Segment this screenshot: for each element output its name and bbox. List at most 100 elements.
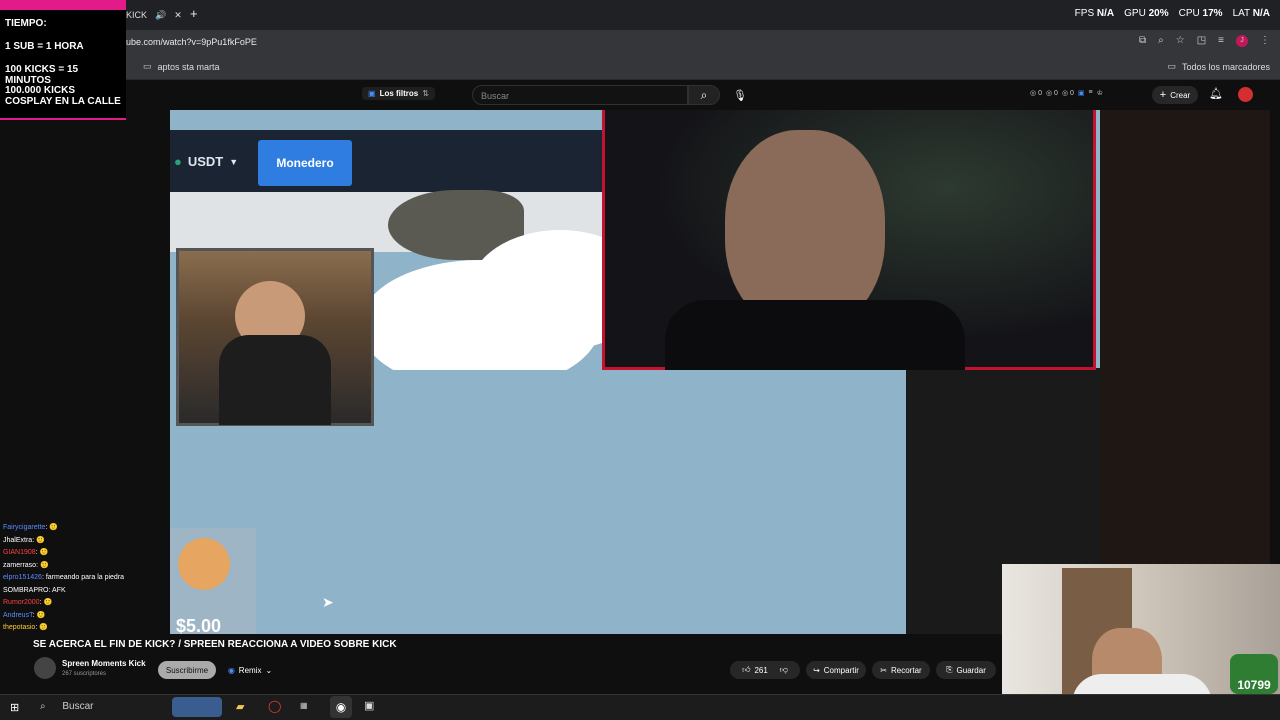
chat-username: JhalExtra	[3, 536, 33, 544]
subscriber-count: 267 suscriptores	[62, 671, 107, 677]
speaker-icon[interactable]: 🔊	[155, 10, 166, 21]
chat-text: : 🙂	[39, 599, 53, 606]
overlay-line: 1 SUB = 1 HORA	[5, 41, 84, 52]
kick-counter: 10799	[1230, 654, 1278, 694]
gpu-value: 20	[1148, 8, 1160, 19]
bell-icon[interactable]: 🔔︎	[1209, 87, 1223, 100]
video-title: SE ACERCA EL FIN DE KICK? / SPREEN REACC…	[33, 639, 397, 650]
coin-icon: ●	[174, 154, 182, 169]
like-count: 261	[754, 665, 768, 675]
chat-message: Fairycigarette: 🙂	[3, 522, 170, 535]
dislike-icon[interactable]: 👎︎	[780, 665, 788, 675]
chat-username: GIAN1908	[3, 549, 36, 556]
subscribe-button[interactable]: Suscribirme	[158, 661, 216, 679]
chat-username: thepotasio	[3, 624, 36, 631]
profile-icon[interactable]: J	[1236, 35, 1248, 47]
clip-button[interactable]: ✂ Recortar	[872, 661, 930, 679]
chrome-icon[interactable]: ◉	[330, 696, 352, 718]
bookmark-folder[interactable]: ▭ aptos sta marta	[143, 61, 220, 72]
overlay-line: 100.000 KICKS COSPLAY EN LA CALLE	[5, 85, 121, 107]
side-background	[1100, 110, 1270, 564]
zoom-icon[interactable]: ⌕	[1158, 35, 1164, 47]
price-label: $5.00	[176, 616, 222, 634]
file-explorer-icon[interactable]: ▰	[236, 700, 244, 713]
remix-icon: ◉	[227, 665, 235, 675]
chat-text: : farmeando para la piedra	[41, 574, 125, 581]
url-text[interactable]: ube.com/watch?v=9pPu1fkFoPE	[126, 37, 257, 47]
app-icon[interactable]: ▦	[300, 701, 308, 710]
search-input[interactable]: Buscar	[472, 85, 688, 105]
save-button[interactable]: ⎘ Guardar	[936, 661, 996, 679]
scissors-icon: ✂	[880, 665, 887, 675]
bookmark-icon: ⎘	[946, 665, 953, 674]
chat-message: thepotasio: 🙂	[3, 622, 170, 635]
media-icon[interactable]: ≡	[1218, 35, 1224, 47]
extension-counters: ◎ 0 ◎ 0 ◎ 0 ▣ ≡ ♔	[1030, 89, 1103, 97]
opera-icon[interactable]: ◯	[268, 699, 281, 713]
chat-text: : 🙂	[35, 624, 48, 631]
filter-logo-icon: ▣	[368, 89, 376, 98]
taskbar: ⊞ ⌕ Buscar ▰ ◯ ▦ ◉ ▣	[0, 694, 1280, 720]
chat-message: AndreusT: 🙂	[3, 610, 170, 623]
currency-select: ● USDT ▼	[174, 154, 239, 169]
folder-icon: ▭	[143, 61, 152, 71]
search-icon[interactable]: ⌕	[688, 85, 720, 105]
address-bar: ube.com/watch?v=9pPu1fkFoPE ⧉ ⌕ ☆ ◳ ≡ J …	[0, 30, 1280, 54]
folder-icon: ▭	[1167, 61, 1176, 71]
like-dislike-group: 👍︎ 261 👎︎	[730, 661, 800, 679]
chevron-down-icon: ⌄	[265, 665, 273, 675]
tab-title: KICK	[126, 10, 148, 20]
share-button[interactable]: ↪ Compartir	[806, 661, 866, 679]
cpu-value: 17	[1202, 8, 1214, 19]
remix-button[interactable]: ◉ Remix ⌄	[222, 661, 278, 679]
chat-text: : 🙂	[32, 611, 46, 619]
mouse-cursor-icon: ➤	[322, 594, 334, 610]
menu-icon[interactable]: ⋮	[1260, 35, 1270, 47]
channel-name[interactable]: Spreen Moments Kick	[62, 659, 146, 668]
browser-tab[interactable]: KICK 🔊 ✕	[126, 6, 182, 24]
chat-username: zamerraso	[3, 561, 37, 569]
video-ui-panel: ● USDT ▼ Monedero	[170, 130, 610, 192]
price-card: $5.00	[170, 528, 256, 634]
star-icon[interactable]: ☆	[1176, 35, 1185, 47]
filters-button[interactable]: ▣ Los filtros ⇅	[362, 87, 435, 100]
chat-username: SOMBRAPRO	[3, 586, 49, 594]
all-bookmarks[interactable]: ▭ Todos los marcadores	[1167, 61, 1270, 72]
chat-username: AndreusT	[3, 611, 33, 619]
stream-overlay: TIEMPO: 1 SUB = 1 HORA 100 KICKS = 15 MI…	[0, 0, 126, 120]
weather-widget[interactable]	[172, 697, 222, 717]
overlay-line: 100 KICKS = 15 MINUTOS	[5, 64, 79, 86]
chat-message: zamerraso: 🙂	[3, 560, 170, 573]
close-tab-icon[interactable]: ✕	[174, 10, 182, 21]
share-icon: ↪	[813, 665, 820, 675]
avatar[interactable]	[1238, 87, 1253, 102]
chat-username: elpro151426	[3, 574, 42, 581]
wallet-button: Monedero	[258, 140, 352, 186]
create-button[interactable]: + Crear	[1152, 86, 1198, 104]
lat-value: N/A	[1252, 8, 1270, 19]
bookmarks-bar: ▭ aptos sta marta ▭ Todos los marcadores	[0, 54, 1280, 80]
chat-text: : 🙂	[45, 524, 59, 531]
streamer-webcam-small	[176, 248, 374, 426]
chat-text: : AFK	[48, 586, 66, 594]
sliders-icon: ⇅	[422, 89, 429, 98]
browser-tab-bar: KICK 🔊 ✕ + FPS N/A GPU 20% CPU 17% LAT N…	[0, 0, 1280, 30]
install-icon[interactable]: ⧉	[1139, 35, 1146, 47]
obs-icon[interactable]: ▣	[364, 699, 374, 712]
chat-message: Rumor2000: 🙂	[3, 597, 170, 610]
fps-value: N/A	[1096, 8, 1115, 19]
video-info-bar: SE ACERCA EL FIN DE KICK? / SPREEN REACC…	[0, 636, 1000, 694]
taskbar-search[interactable]: ⌕ Buscar	[40, 701, 94, 712]
new-tab-icon[interactable]: +	[190, 6, 198, 21]
like-icon[interactable]: 👍︎	[742, 665, 750, 675]
chat-message: elpro151426: farmeando para la piedra	[3, 572, 170, 585]
channel-avatar[interactable]	[34, 657, 56, 679]
windows-start-icon[interactable]: ⊞	[10, 701, 19, 714]
perf-stats: FPS N/A GPU 20% CPU 17% LAT N/A	[1074, 8, 1270, 19]
chat-message: JhalExtra: 🙂	[3, 535, 170, 548]
extensions-icon[interactable]: ◳	[1197, 35, 1206, 47]
microphone-icon[interactable]: 🎙	[731, 85, 749, 105]
chat-text: : 🙂	[35, 549, 49, 556]
reactor-webcam	[602, 110, 1096, 370]
chat-text: : 🙂	[36, 561, 49, 569]
